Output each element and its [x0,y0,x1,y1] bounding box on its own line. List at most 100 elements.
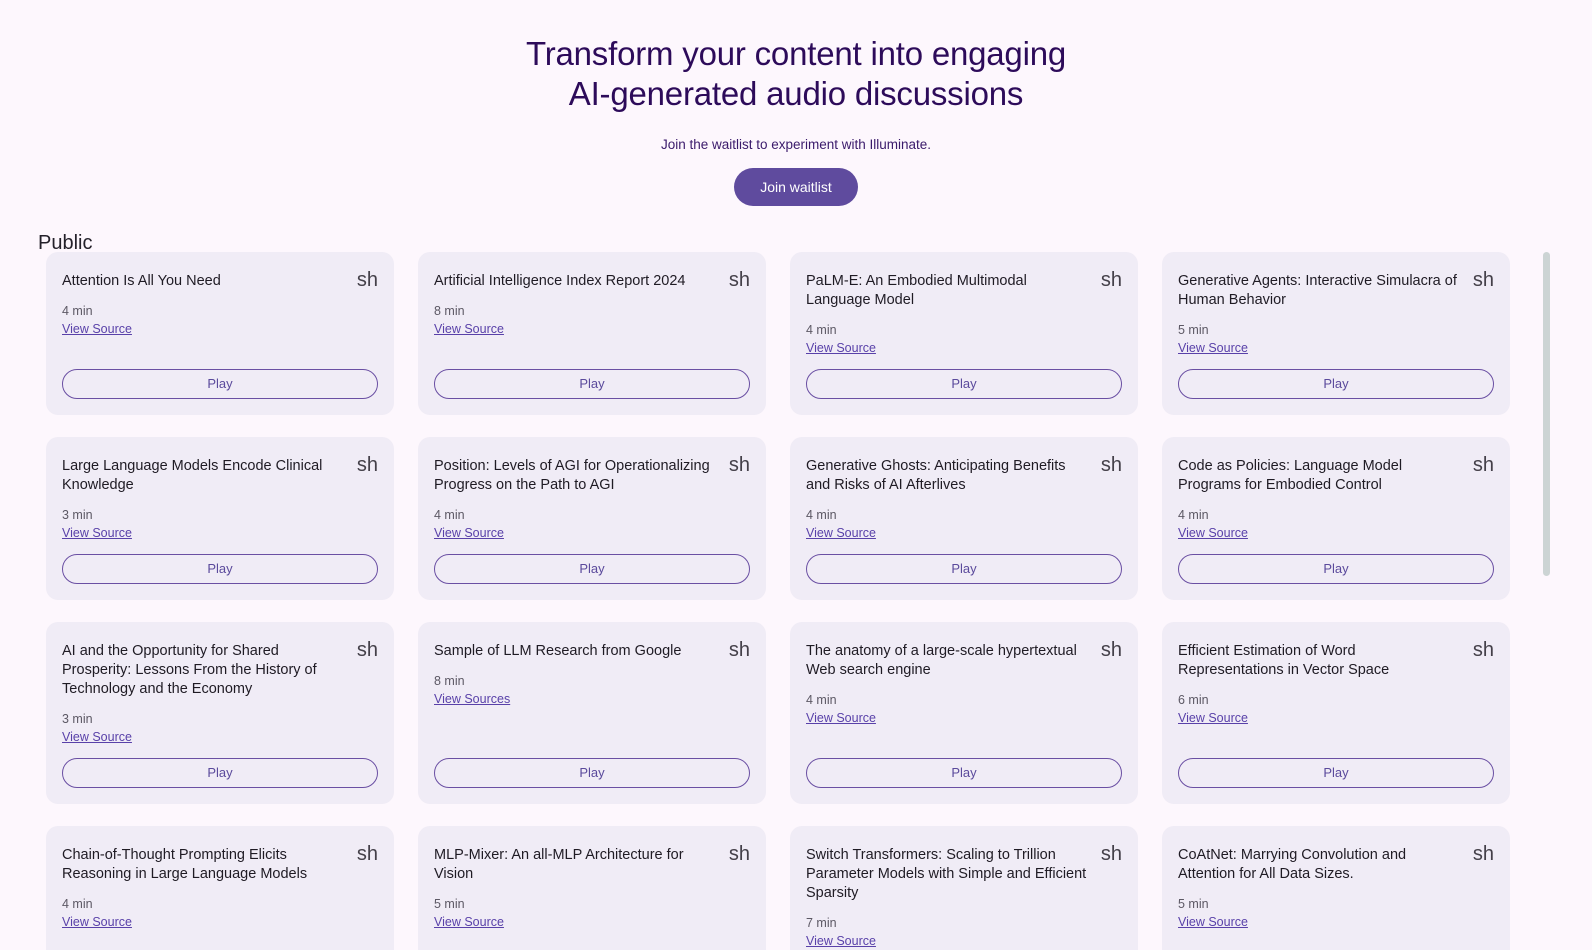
view-source-link[interactable]: View Source [62,321,132,337]
view-source-link[interactable]: View Source [62,525,132,541]
audio-card[interactable]: CoAtNet: Marrying Convolution and Attent… [1162,826,1510,950]
card-header: Efficient Estimation of Word Representat… [1178,640,1494,680]
audio-card[interactable]: Large Language Models Encode Clinical Kn… [46,437,394,600]
share-icon[interactable]: sh [729,455,750,475]
share-icon[interactable]: sh [729,640,750,660]
card-meta: 5 min View Source [1178,896,1494,931]
play-button[interactable]: Play [806,554,1122,584]
card-duration: 6 min [1178,693,1209,707]
card-meta: 7 min View Source [806,915,1122,950]
audio-card[interactable]: Efficient Estimation of Word Representat… [1162,622,1510,804]
view-source-link[interactable]: View Source [806,710,876,726]
play-button[interactable]: Play [434,369,750,399]
view-source-link[interactable]: View Source [62,729,132,745]
card-title: Attention Is All You Need [62,273,221,289]
audio-card[interactable]: Artificial Intelligence Index Report 202… [418,252,766,415]
share-icon[interactable]: sh [729,270,750,290]
card-title: The anatomy of a large-scale hypertextua… [806,643,1077,678]
card-header: PaLM-E: An Embodied Multimodal Language … [806,270,1122,310]
card-spacer [62,746,378,758]
card-spacer [1178,357,1494,369]
share-icon[interactable]: sh [357,844,378,864]
play-button[interactable]: Play [1178,369,1494,399]
audio-card[interactable]: Attention Is All You Need sh 4 min View Sou… [46,252,394,415]
cards-scroll-viewport[interactable]: Attention Is All You Need sh 4 min View Sou… [0,252,1592,950]
play-button[interactable]: Play [1178,758,1494,788]
audio-card[interactable]: Generative Agents: Interactive Simulacra… [1162,252,1510,415]
view-source-link[interactable]: View Source [1178,914,1248,930]
card-meta: 4 min View Source [806,322,1122,357]
join-waitlist-button[interactable]: Join waitlist [734,168,858,206]
card-spacer [434,542,750,554]
share-icon[interactable]: sh [357,270,378,290]
audio-card[interactable]: AI and the Opportunity for Shared Prospe… [46,622,394,804]
view-source-link[interactable]: View Source [434,321,504,337]
audio-card[interactable]: MLP-Mixer: An all-MLP Architecture for V… [418,826,766,950]
card-header: Chain-of-Thought Prompting Elicits Reaso… [62,844,378,884]
audio-card[interactable]: The anatomy of a large-scale hypertextua… [790,622,1138,804]
view-source-link[interactable]: View Source [1178,710,1248,726]
view-source-link[interactable]: View Source [1178,340,1248,356]
share-icon[interactable]: sh [1101,640,1122,660]
card-header: AI and the Opportunity for Shared Prospe… [62,640,378,699]
play-button[interactable]: Play [434,758,750,788]
card-meta: 4 min View Source [62,303,378,338]
card-spacer [434,338,750,369]
card-header: Generative Agents: Interactive Simulacra… [1178,270,1494,310]
view-source-link[interactable]: View Source [1178,525,1248,541]
card-header: Attention Is All You Need sh [62,270,378,291]
card-duration: 8 min [434,674,465,688]
audio-card[interactable]: PaLM-E: An Embodied Multimodal Language … [790,252,1138,415]
view-source-link[interactable]: View Source [806,340,876,356]
share-icon[interactable]: sh [1473,844,1494,864]
card-spacer [434,931,750,950]
view-source-link[interactable]: View Source [62,914,132,930]
card-spacer [62,338,378,369]
card-meta: 4 min View Source [806,507,1122,542]
share-icon[interactable]: sh [357,640,378,660]
play-button[interactable]: Play [62,758,378,788]
view-source-link[interactable]: View Source [434,914,504,930]
audio-card[interactable]: Sample of LLM Research from Google sh 8 mi… [418,622,766,804]
share-icon[interactable]: sh [1473,640,1494,660]
audio-card[interactable]: Code as Policies: Language Model Program… [1162,437,1510,600]
card-duration: 5 min [1178,323,1209,337]
play-button[interactable]: Play [434,554,750,584]
play-button[interactable]: Play [806,369,1122,399]
audio-card[interactable]: Switch Transformers: Scaling to Trillion… [790,826,1138,950]
card-title: Large Language Models Encode Clinical Kn… [62,458,323,493]
vertical-scrollbar-thumb[interactable] [1543,252,1550,576]
share-icon[interactable]: sh [1473,270,1494,290]
card-spacer [62,931,378,950]
share-icon[interactable]: sh [1101,844,1122,864]
audio-card[interactable]: Position: Levels of AGI for Operationali… [418,437,766,600]
share-icon[interactable]: sh [1473,455,1494,475]
view-source-link[interactable]: View Sources [434,691,510,707]
share-icon[interactable]: sh [357,455,378,475]
card-duration: 5 min [434,897,465,911]
play-button[interactable]: Play [62,554,378,584]
card-spacer [1178,727,1494,758]
card-meta: 6 min View Source [1178,692,1494,727]
card-spacer [806,542,1122,554]
card-title: Position: Levels of AGI for Operationali… [434,458,710,493]
view-source-link[interactable]: View Source [806,525,876,541]
share-icon[interactable]: sh [1101,270,1122,290]
share-icon[interactable]: sh [1101,455,1122,475]
play-button[interactable]: Play [1178,554,1494,584]
play-button[interactable]: Play [806,758,1122,788]
vertical-scrollbar-track[interactable] [1543,248,1550,950]
audio-card[interactable]: Generative Ghosts: Anticipating Benefits… [790,437,1138,600]
view-source-link[interactable]: View Source [434,525,504,541]
share-icon[interactable]: sh [729,844,750,864]
card-meta: 4 min View Source [806,692,1122,727]
view-source-link[interactable]: View Source [806,933,876,949]
card-spacer [806,727,1122,758]
card-meta: 5 min View Source [434,896,750,931]
card-duration: 4 min [1178,508,1209,522]
card-meta: 3 min View Source [62,711,378,746]
card-header: Position: Levels of AGI for Operationali… [434,455,750,495]
audio-card[interactable]: Chain-of-Thought Prompting Elicits Reaso… [46,826,394,950]
card-duration: 4 min [62,304,93,318]
play-button[interactable]: Play [62,369,378,399]
